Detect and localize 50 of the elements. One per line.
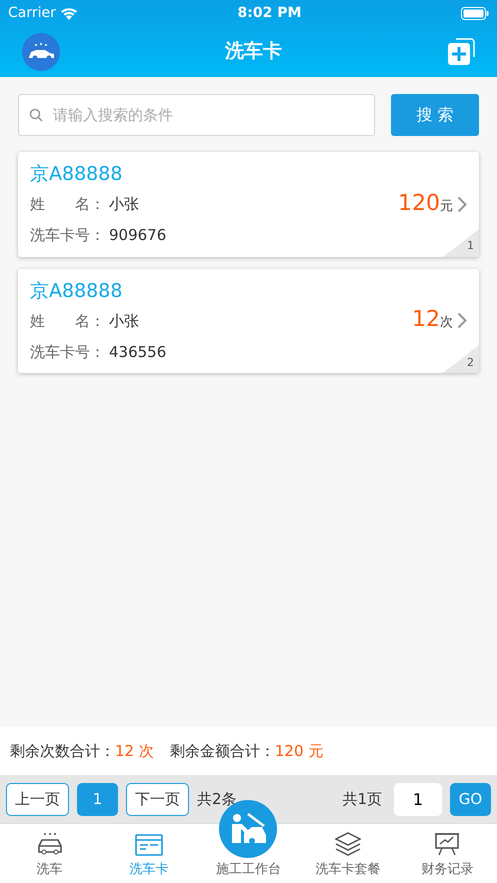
- card-number: 909676: [109, 225, 166, 246]
- next-page-button[interactable]: 下一页: [126, 782, 189, 816]
- card-icon: [135, 834, 164, 856]
- tab-item[interactable]: 洗车卡套餐: [298, 824, 398, 883]
- current-page-button[interactable]: 1: [77, 782, 118, 816]
- carrier-label: Carrier: [8, 4, 56, 22]
- go-button[interactable]: GO: [450, 782, 491, 816]
- total-pages: 共1页: [342, 788, 382, 810]
- plate-number: 京A88888: [30, 278, 124, 304]
- summary-label: 剩余金额合计：: [170, 740, 275, 762]
- chevron-right-icon: [457, 196, 467, 213]
- add-icon[interactable]: [447, 38, 475, 66]
- card-panel[interactable]: 京A88888 姓 名： 小张 12次 洗车卡号： 436556 2: [18, 268, 479, 373]
- balance-amount: 120: [398, 192, 440, 214]
- presentation-chart-icon: [434, 832, 460, 856]
- summary-value: 12 次: [115, 740, 154, 762]
- tab-item[interactable]: 施工工作台: [198, 854, 298, 883]
- card-index: 1: [467, 238, 474, 254]
- layers-icon: [334, 832, 361, 856]
- car-logo-icon[interactable]: [22, 32, 60, 70]
- battery-icon: [461, 6, 489, 20]
- tab-item[interactable]: 洗车: [0, 824, 100, 883]
- balance-amount: 12: [412, 309, 440, 331]
- page-title: 洗车卡: [225, 39, 282, 64]
- card-number-label: 洗车卡号：: [30, 225, 105, 246]
- tab-item[interactable]: 财务记录: [398, 824, 497, 883]
- card-panel[interactable]: 京A88888 姓 名： 小张 120元 洗车卡号： 909676 1: [18, 152, 479, 256]
- status-time: 8:02 PM: [238, 4, 302, 22]
- balance-unit: 元: [440, 198, 453, 216]
- balance-unit: 次: [440, 314, 453, 332]
- wifi-icon: [60, 6, 78, 20]
- chevron-right-icon: [457, 312, 467, 330]
- summary-value: 120 元: [274, 740, 324, 762]
- card-number: 436556: [109, 342, 166, 362]
- card-number-label: 洗车卡号：: [30, 342, 105, 362]
- name-label: 姓 名：: [30, 310, 105, 332]
- name-value: 小张: [109, 310, 139, 332]
- previous-page-button[interactable]: 上一页: [6, 782, 69, 816]
- search-icon: [29, 108, 43, 122]
- name-value: 小张: [109, 194, 139, 215]
- name-label: 姓 名：: [30, 194, 105, 215]
- tab-item[interactable]: 洗车卡: [99, 824, 199, 883]
- car-icon: [36, 832, 64, 856]
- total-items: 共2条: [197, 788, 237, 810]
- summary-label: 剩余次数合计：: [10, 740, 115, 762]
- search-button[interactable]: 搜 索: [391, 94, 479, 136]
- page-input[interactable]: 1: [394, 782, 442, 816]
- search-field[interactable]: 请输入搜索的条件: [18, 94, 375, 136]
- plate-number: 京A88888: [30, 162, 124, 187]
- card-index: 2: [467, 354, 474, 370]
